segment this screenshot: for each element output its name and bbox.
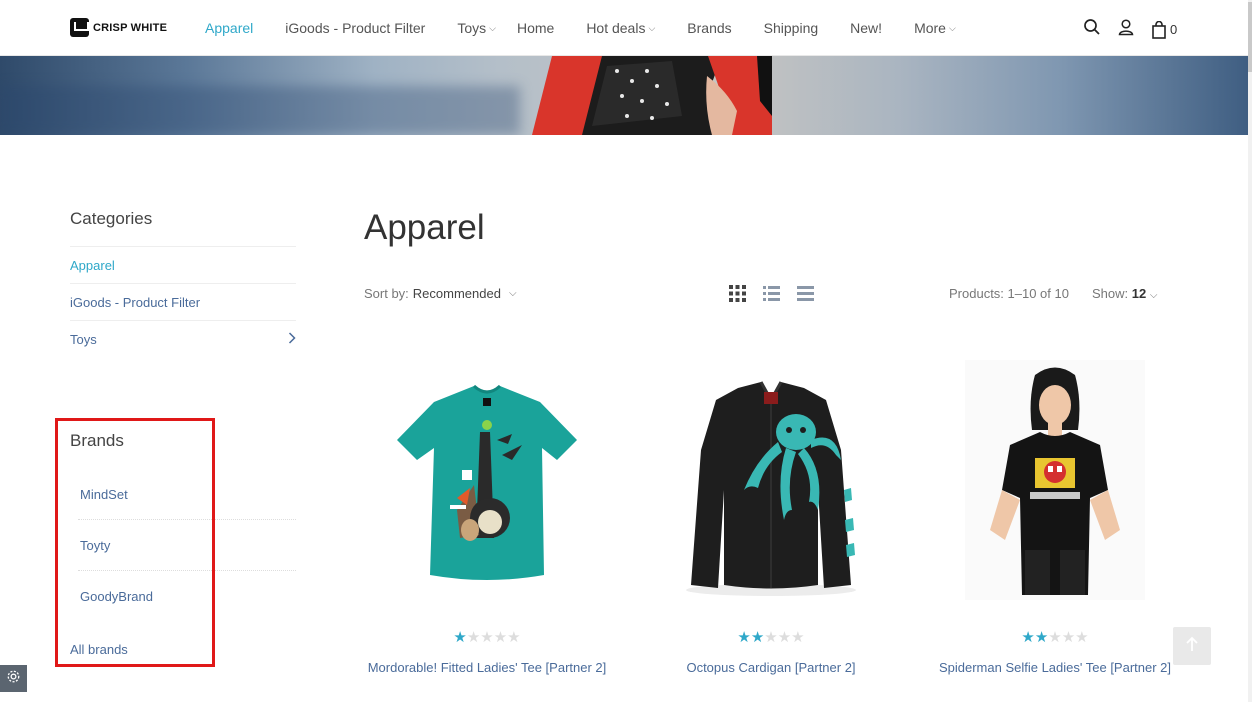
page-title: Apparel <box>364 208 485 247</box>
nav-label: More <box>914 20 946 36</box>
nav-item-apparel[interactable]: Apparel <box>205 20 253 36</box>
star-icon: ★ <box>737 629 751 646</box>
brands-title: Brands <box>70 431 124 450</box>
list-view-icon[interactable] <box>763 285 780 307</box>
chevron-down-icon: ⌵ <box>489 22 496 33</box>
star-icon: ★ <box>1048 629 1062 646</box>
brand-label: GoodyBrand <box>80 589 153 604</box>
star-icon: ★ <box>480 629 494 646</box>
star-icon: ★ <box>453 629 467 646</box>
nav-label: Apparel <box>205 20 254 36</box>
account-icon[interactable] <box>1117 18 1135 41</box>
main-nav: Apparel iGoods - Product Filter Toys ⌵ Ho… <box>205 0 988 56</box>
star-icon: ★ <box>791 629 805 646</box>
category-item-apparel[interactable]: Apparel <box>70 246 296 283</box>
star-icon: ★ <box>1075 629 1089 646</box>
star-icon: ★ <box>777 629 792 646</box>
star-icon: ★ <box>493 629 508 646</box>
view-switcher <box>729 285 814 307</box>
logo-icon <box>70 18 89 37</box>
nav-label: Home <box>516 20 555 36</box>
site-header: CRISP WHITE Apparel iGoods - Product Fil… <box>0 0 1248 56</box>
chevron-down-icon: ⌵ <box>648 22 656 33</box>
gear-icon <box>6 669 21 689</box>
sort-label: Sort by: <box>364 286 409 301</box>
show-label: Show: <box>1092 286 1129 301</box>
categories-title: Categories <box>70 209 153 228</box>
product-image[interactable] <box>362 360 612 600</box>
chevron-down-icon: ⌵ <box>508 288 517 299</box>
brand-item-goodybrand[interactable]: GoodyBrand <box>78 571 296 622</box>
chevron-down-icon: ⌵ <box>948 22 956 33</box>
category-item-igoods[interactable]: iGoods - Product Filter <box>70 283 296 320</box>
star-icon: ★ <box>507 629 521 646</box>
nav-label: Brands <box>687 20 732 36</box>
nav-label: iGoods - Product Filter <box>285 20 426 36</box>
category-label: iGoods - Product Filter <box>70 294 201 310</box>
scroll-to-top-button[interactable] <box>1173 627 1211 665</box>
sort-value: Recommended <box>412 286 501 301</box>
product-image[interactable] <box>930 360 1180 600</box>
brand-label: Toyty <box>80 537 111 553</box>
nav-item-more[interactable]: More ⌵ <box>914 20 956 36</box>
products-count: Products: 1–10 of 10 <box>949 286 1069 301</box>
category-label: Apparel <box>70 257 115 273</box>
nav-item-igoods[interactable]: iGoods - Product Filter <box>285 20 425 36</box>
brand-item-toyty[interactable]: Toyty <box>78 520 296 571</box>
star-icon: ★ <box>764 629 778 646</box>
settings-button[interactable] <box>0 665 27 692</box>
rating-stars: ★ ★ ★ ★ ★ <box>362 630 612 645</box>
nav-label: Toys <box>457 20 487 36</box>
nav-item-hot-deals[interactable]: Hot deals ⌵ <box>586 20 655 36</box>
nav-item-home[interactable]: Home <box>517 20 554 36</box>
sort-dropdown[interactable]: Sort by: Recommended ⌵ <box>364 286 517 301</box>
brand-label: MindSet <box>80 486 128 502</box>
nav-item-brands[interactable]: Brands <box>687 20 731 36</box>
product-name[interactable]: Spiderman Selfie Ladies' Tee [Partner 2] <box>930 659 1180 677</box>
nav-item-new[interactable]: New! <box>850 20 882 36</box>
category-label: Toys <box>70 331 97 347</box>
show-value: 12 <box>1131 286 1147 301</box>
logo[interactable]: CRISP WHITE <box>70 18 167 37</box>
banner-image <box>532 56 772 135</box>
nav-label: New! <box>850 20 883 36</box>
star-icon: ★ <box>750 629 765 646</box>
star-icon: ★ <box>466 629 481 646</box>
product-name[interactable]: Mordorable! Fitted Ladies' Tee [Partner … <box>362 659 612 677</box>
all-brands-link[interactable]: All brands <box>70 642 128 657</box>
page-scrollbar[interactable] <box>1248 0 1252 702</box>
nav-item-shipping[interactable]: Shipping <box>764 20 819 36</box>
product-name[interactable]: Octopus Cardigan [Partner 2] <box>646 659 896 677</box>
show-per-page-dropdown[interactable]: Show: 12 ⌵ <box>1092 286 1157 301</box>
chevron-right-icon[interactable] <box>288 331 296 347</box>
nav-item-toys[interactable]: Toys ⌵ <box>457 20 496 36</box>
chevron-down-icon: ⌵ <box>1149 290 1158 301</box>
table-view-icon[interactable] <box>797 285 814 307</box>
star-icon: ★ <box>1061 629 1076 646</box>
search-icon[interactable] <box>1083 18 1101 41</box>
nav-label: Hot deals <box>586 20 646 36</box>
category-banner <box>0 56 1248 135</box>
product-image[interactable] <box>646 360 896 600</box>
rating-stars: ★ ★ ★ ★ ★ <box>930 630 1180 645</box>
category-list: Apparel iGoods - Product Filter Toys <box>70 246 296 357</box>
star-icon: ★ <box>1034 629 1049 646</box>
rating-stars: ★ ★ ★ ★ ★ <box>646 630 896 645</box>
header-icons: 0 <box>1083 18 1177 41</box>
nav-label: Shipping <box>763 20 819 36</box>
cart-icon[interactable]: 0 <box>1151 20 1178 39</box>
grid-view-icon[interactable] <box>729 285 746 307</box>
brand-item-mindset[interactable]: MindSet <box>78 469 296 520</box>
logo-text: CRISP WHITE <box>93 21 168 34</box>
brand-list: MindSet Toyty GoodyBrand <box>78 469 296 622</box>
cart-count: 0 <box>1170 22 1178 37</box>
arrow-up-icon <box>1185 636 1199 657</box>
category-item-toys[interactable]: Toys <box>70 320 296 357</box>
star-icon: ★ <box>1021 629 1035 646</box>
